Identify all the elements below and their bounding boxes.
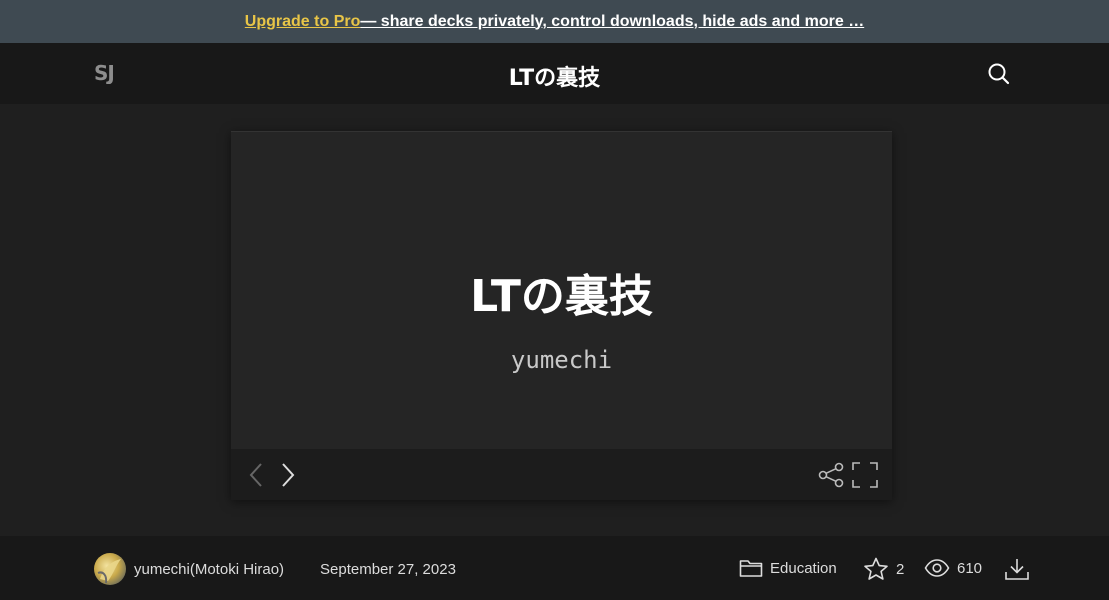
upgrade-link[interactable]: Upgrade to Pro (245, 13, 361, 31)
slide-title: LTの裏技 (470, 271, 653, 322)
promo-text-link[interactable]: — share decks privately, control downloa… (360, 13, 864, 31)
avatar[interactable] (94, 553, 126, 585)
views-stat: 610 (924, 557, 982, 579)
deck-meta-bar: yumechi(Motoki Hirao) September 27, 2023… (0, 536, 1109, 600)
star-button[interactable]: 2 (863, 557, 904, 581)
prev-icon[interactable] (247, 461, 267, 489)
category-link[interactable]: Education (739, 557, 837, 579)
top-nav: SJ LTの裏技 (0, 43, 1109, 104)
author-name[interactable]: yumechi(Motoki Hirao) (134, 561, 284, 578)
slide-canvas[interactable]: LTの裏技 yumechi (231, 131, 892, 450)
slide-viewer: LTの裏技 yumechi (231, 131, 892, 500)
publish-date: September 27, 2023 (320, 561, 456, 578)
view-count: 610 (957, 559, 983, 577)
slide-author: yumechi (510, 346, 613, 374)
fullscreen-icon[interactable] (852, 462, 878, 488)
promo-banner: Upgrade to Pro — share decks privately, … (0, 0, 1109, 43)
viewer-controls (231, 449, 892, 500)
download-button[interactable] (1004, 557, 1030, 581)
star-icon (863, 557, 889, 581)
search-icon[interactable] (986, 61, 1012, 87)
eye-icon (924, 557, 950, 579)
category-label: Education (770, 559, 837, 577)
download-icon (1004, 557, 1030, 581)
folder-icon (739, 557, 763, 579)
page-title: LTの裏技 (508, 66, 601, 91)
star-count: 2 (896, 560, 905, 578)
share-icon[interactable] (818, 462, 844, 488)
next-icon[interactable] (278, 461, 298, 489)
